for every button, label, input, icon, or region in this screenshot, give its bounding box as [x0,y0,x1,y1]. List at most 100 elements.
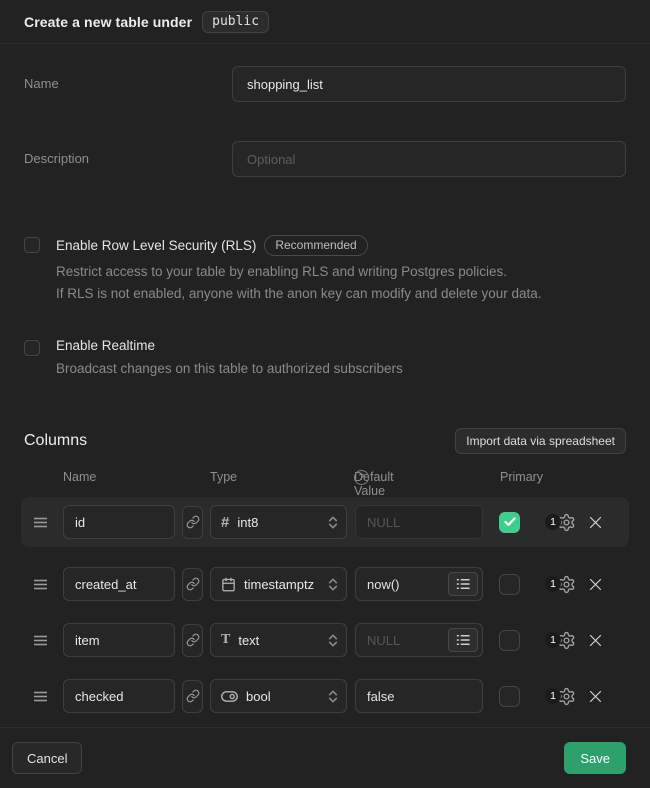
import-spreadsheet-button[interactable]: Import data via spreadsheet [455,428,626,454]
calendar-icon [221,577,236,592]
chevron-updown-icon [327,577,339,592]
rls-toggle-row: Enable Row Level Security (RLS) Recommen… [24,235,626,305]
column-rows: # int8 NULL 1 [21,497,629,721]
column-settings-button[interactable]: 1 [545,513,576,532]
rls-label: Enable Row Level Security (RLS) [56,238,256,253]
column-name-input[interactable] [63,623,175,657]
recommended-badge: Recommended [264,235,367,256]
close-icon [588,633,603,648]
remove-column-button[interactable] [588,515,603,530]
remove-column-button[interactable] [588,633,603,648]
header-type: Type [210,470,237,484]
column-name-input[interactable] [63,679,175,713]
row-actions: 1 [545,513,603,532]
link-icon [186,689,200,703]
drag-handle-icon[interactable] [33,690,49,703]
column-row: bool false 1 [21,671,629,721]
realtime-label: Enable Realtime [56,338,155,353]
remove-column-button[interactable] [588,577,603,592]
column-row: T text NULL 1 [21,615,629,665]
realtime-checkbox[interactable] [24,340,40,356]
chevron-updown-icon [327,633,339,648]
column-default-input[interactable]: false [355,679,483,713]
foreign-key-link-button[interactable] [182,506,203,539]
drag-handle-icon[interactable] [33,634,49,647]
check-icon [504,517,516,527]
column-type-label: text [238,633,319,648]
header-primary: Primary [500,470,543,484]
dialog-title: Create a new table under [24,14,192,30]
column-settings-button[interactable]: 1 [545,631,576,650]
dialog-footer: Cancel Save [0,727,650,788]
save-button[interactable]: Save [564,742,626,774]
chevron-updown-icon [327,515,339,530]
rls-text-block: Enable Row Level Security (RLS) Recommen… [56,235,542,305]
foreign-key-link-button[interactable] [182,624,203,657]
columns-section: Columns Import data via spreadsheet Name… [0,413,650,727]
link-icon [186,633,200,647]
column-name-input[interactable] [63,505,175,539]
rls-description-line1: Restrict access to your table by enablin… [56,261,542,283]
columns-heading: Columns [24,432,87,450]
cancel-button[interactable]: Cancel [12,742,82,774]
close-icon [588,689,603,704]
column-type-select[interactable]: # int8 [210,505,347,539]
columns-table-header: Name Type Default Value ? Primary [21,470,629,487]
column-row: # int8 NULL 1 [21,497,629,547]
name-row: Name [24,66,626,102]
primary-checkbox[interactable] [499,574,520,595]
drag-handle-icon[interactable] [33,578,49,591]
column-type-select[interactable]: T text [210,623,347,657]
column-settings-button[interactable]: 1 [545,687,576,706]
drag-handle-icon[interactable] [33,516,49,529]
column-default-input[interactable]: now() [355,567,483,601]
column-type-select[interactable]: bool [210,679,347,713]
column-default-value: NULL [367,633,400,648]
column-default-input[interactable]: NULL [355,505,483,539]
suggestions-list-button[interactable] [448,572,478,596]
description-label: Description [24,141,232,166]
primary-checkbox[interactable] [499,512,520,533]
column-row: timestamptz now() 1 [21,559,629,609]
header-name: Name [63,470,96,484]
foreign-key-link-button[interactable] [182,680,203,713]
toggles-section: Enable Row Level Security (RLS) Recommen… [0,210,650,413]
row-actions: 1 [545,631,603,650]
hash-icon: # [221,514,229,531]
columns-table: Name Type Default Value ? Primary # int8 [21,470,629,721]
column-default-value: now() [367,577,400,592]
link-icon [186,577,200,591]
description-row: Description [24,141,626,177]
primary-checkbox[interactable] [499,630,520,651]
name-label: Name [24,66,232,91]
table-name-input[interactable] [232,66,626,102]
column-type-select[interactable]: timestamptz [210,567,347,601]
text-icon: T [221,632,230,648]
realtime-toggle-row: Enable Realtime Broadcast changes on thi… [24,338,626,380]
row-actions: 1 [545,575,603,594]
schema-badge: public [202,11,269,33]
table-details-section: Name Description [0,44,650,210]
column-name-input[interactable] [63,567,175,601]
list-icon [456,634,470,646]
column-type-label: timestamptz [244,577,319,592]
primary-checkbox[interactable] [499,686,520,707]
column-default-input[interactable]: NULL [355,623,483,657]
create-table-dialog: Create a new table under public Name Des… [0,0,650,761]
column-default-value: false [367,689,394,704]
suggestions-list-button[interactable] [448,628,478,652]
close-icon [588,577,603,592]
rls-description-line2: If RLS is not enabled, anyone with the a… [56,283,542,305]
column-type-label: int8 [237,515,319,530]
dialog-header: Create a new table under public [0,0,650,44]
realtime-description: Broadcast changes on this table to autho… [56,358,403,380]
remove-column-button[interactable] [588,689,603,704]
list-icon [456,578,470,590]
column-settings-button[interactable]: 1 [545,575,576,594]
table-description-input[interactable] [232,141,626,177]
realtime-text-block: Enable Realtime Broadcast changes on thi… [56,338,403,380]
rls-checkbox[interactable] [24,237,40,253]
row-actions: 1 [545,687,603,706]
close-icon [588,515,603,530]
foreign-key-link-button[interactable] [182,568,203,601]
